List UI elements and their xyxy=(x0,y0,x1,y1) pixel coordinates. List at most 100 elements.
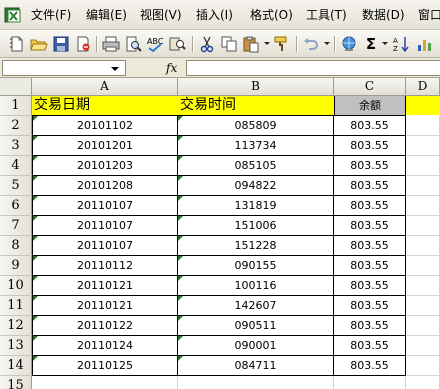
undo-dropdown-arrow[interactable] xyxy=(324,42,330,45)
name-box-dropdown-icon[interactable] xyxy=(111,67,119,71)
autosum-icon[interactable]: Σ xyxy=(362,35,380,53)
table-cell-date[interactable]: 20110107 xyxy=(32,236,178,256)
table-cell-empty[interactable] xyxy=(406,216,440,236)
menu-tools[interactable]: 工具(T) xyxy=(306,7,347,23)
column-header-d[interactable]: D xyxy=(406,78,440,96)
permission-icon[interactable] xyxy=(74,35,92,53)
column-header-a[interactable]: A xyxy=(32,78,178,96)
table-cell-balance[interactable]: 803.55 xyxy=(334,256,406,276)
menu-edit[interactable]: 编辑(E) xyxy=(86,7,127,23)
table-cell-empty[interactable] xyxy=(406,116,440,136)
menu-view[interactable]: 视图(V) xyxy=(140,7,182,23)
table-cell-balance[interactable]: 803.55 xyxy=(334,156,406,176)
table-cell-time[interactable]: 085105 xyxy=(178,156,334,176)
table-cell-date[interactable]: 20110124 xyxy=(32,336,178,356)
table-cell-empty[interactable] xyxy=(406,196,440,216)
toolbar-grip[interactable] xyxy=(2,35,12,53)
table-cell-balance[interactable]: 803.55 xyxy=(334,296,406,316)
row-header[interactable]: 4 xyxy=(0,156,32,176)
table-cell-empty[interactable] xyxy=(406,296,440,316)
table-cell-balance[interactable]: 803.55 xyxy=(334,136,406,156)
table-cell-date[interactable]: 20110107 xyxy=(32,196,178,216)
row-header[interactable]: 3 xyxy=(0,136,32,156)
table-cell-time[interactable]: 090155 xyxy=(178,256,334,276)
table-cell-empty[interactable] xyxy=(406,276,440,296)
table-cell-date[interactable]: 20101208 xyxy=(32,176,178,196)
hyperlink-icon[interactable] xyxy=(340,35,358,53)
spelling-icon[interactable]: ABC xyxy=(146,35,164,53)
table-cell-empty[interactable] xyxy=(334,376,406,389)
table-cell-balance[interactable]: 803.55 xyxy=(334,336,406,356)
row-header[interactable]: 11 xyxy=(0,296,32,316)
table-cell-balance[interactable]: 803.55 xyxy=(334,196,406,216)
new-icon[interactable] xyxy=(8,35,26,53)
column-header-c[interactable]: C xyxy=(334,78,406,96)
format-painter-icon[interactable] xyxy=(272,35,290,53)
row-header[interactable]: 8 xyxy=(0,236,32,256)
table-cell-time[interactable]: 100116 xyxy=(178,276,334,296)
table-cell-time[interactable]: 085809 xyxy=(178,116,334,136)
table-cell-date[interactable]: 20101201 xyxy=(32,136,178,156)
menu-insert[interactable]: 插入(I) xyxy=(196,7,233,23)
table-cell-balance[interactable]: 803.55 xyxy=(334,236,406,256)
table-cell-date[interactable]: 20110121 xyxy=(32,276,178,296)
row-header[interactable]: 1 xyxy=(0,96,32,116)
table-cell-empty[interactable] xyxy=(406,136,440,156)
menu-window[interactable]: 窗口 xyxy=(418,7,440,23)
table-cell-empty[interactable] xyxy=(406,156,440,176)
row-header[interactable]: 7 xyxy=(0,216,32,236)
row-header[interactable]: 6 xyxy=(0,196,32,216)
print-preview-icon[interactable] xyxy=(124,35,142,53)
table-cell-time[interactable]: 090511 xyxy=(178,316,334,336)
formula-input[interactable] xyxy=(186,60,440,76)
table-cell-empty[interactable] xyxy=(406,176,440,196)
row-header[interactable]: 10 xyxy=(0,276,32,296)
table-cell-date[interactable]: 20110122 xyxy=(32,316,178,336)
table-cell-time[interactable]: 151228 xyxy=(178,236,334,256)
header-cell-balance[interactable]: 余额 xyxy=(334,96,406,116)
paste-icon[interactable] xyxy=(242,35,260,53)
research-icon[interactable] xyxy=(168,35,186,53)
table-cell-balance[interactable]: 803.55 xyxy=(334,276,406,296)
table-cell-empty[interactable] xyxy=(406,256,440,276)
menu-format[interactable]: 格式(O) xyxy=(250,7,293,23)
table-cell-date[interactable]: 20110121 xyxy=(32,296,178,316)
print-icon[interactable] xyxy=(102,35,120,53)
table-cell-balance[interactable]: 803.55 xyxy=(334,116,406,136)
header-cell-trade-date[interactable]: 交易日期 xyxy=(32,96,178,116)
table-cell-empty[interactable] xyxy=(406,376,440,389)
table-cell-empty[interactable] xyxy=(406,236,440,256)
name-box[interactable] xyxy=(2,60,126,76)
table-cell-date[interactable]: 20110107 xyxy=(32,216,178,236)
row-header[interactable]: 2 xyxy=(0,116,32,136)
column-header-b[interactable]: B xyxy=(178,78,334,96)
table-cell-empty[interactable] xyxy=(406,316,440,336)
header-cell-d[interactable] xyxy=(406,96,440,115)
menu-file[interactable]: 文件(F) xyxy=(31,7,71,23)
row-header[interactable]: 15 xyxy=(0,376,32,389)
menu-data[interactable]: 数据(D) xyxy=(362,7,405,23)
table-cell-date[interactable]: 20110112 xyxy=(32,256,178,276)
excel-app-icon[interactable] xyxy=(4,6,22,24)
table-cell-date[interactable]: 20110125 xyxy=(32,356,178,376)
table-cell-balance[interactable]: 803.55 xyxy=(334,356,406,376)
table-cell-empty[interactable] xyxy=(178,376,334,389)
row-header[interactable]: 12 xyxy=(0,316,32,336)
table-cell-balance[interactable]: 803.55 xyxy=(334,316,406,336)
table-cell-date[interactable]: 20101203 xyxy=(32,156,178,176)
cut-icon[interactable] xyxy=(198,35,216,53)
row-header[interactable]: 13 xyxy=(0,336,32,356)
sort-icon[interactable]: AZ xyxy=(392,35,410,53)
select-all-corner[interactable] xyxy=(0,78,32,96)
table-cell-time[interactable]: 151006 xyxy=(178,216,334,236)
paste-dropdown-arrow[interactable] xyxy=(264,42,270,45)
autosum-dropdown-arrow[interactable] xyxy=(382,42,388,45)
table-cell-time[interactable]: 094822 xyxy=(178,176,334,196)
row-header[interactable]: 5 xyxy=(0,176,32,196)
table-cell-time[interactable]: 084711 xyxy=(178,356,334,376)
copy-icon[interactable] xyxy=(220,35,238,53)
table-cell-time[interactable]: 142607 xyxy=(178,296,334,316)
save-icon[interactable] xyxy=(52,35,70,53)
table-cell-date[interactable]: 20101102 xyxy=(32,116,178,136)
row-header[interactable]: 14 xyxy=(0,356,32,376)
